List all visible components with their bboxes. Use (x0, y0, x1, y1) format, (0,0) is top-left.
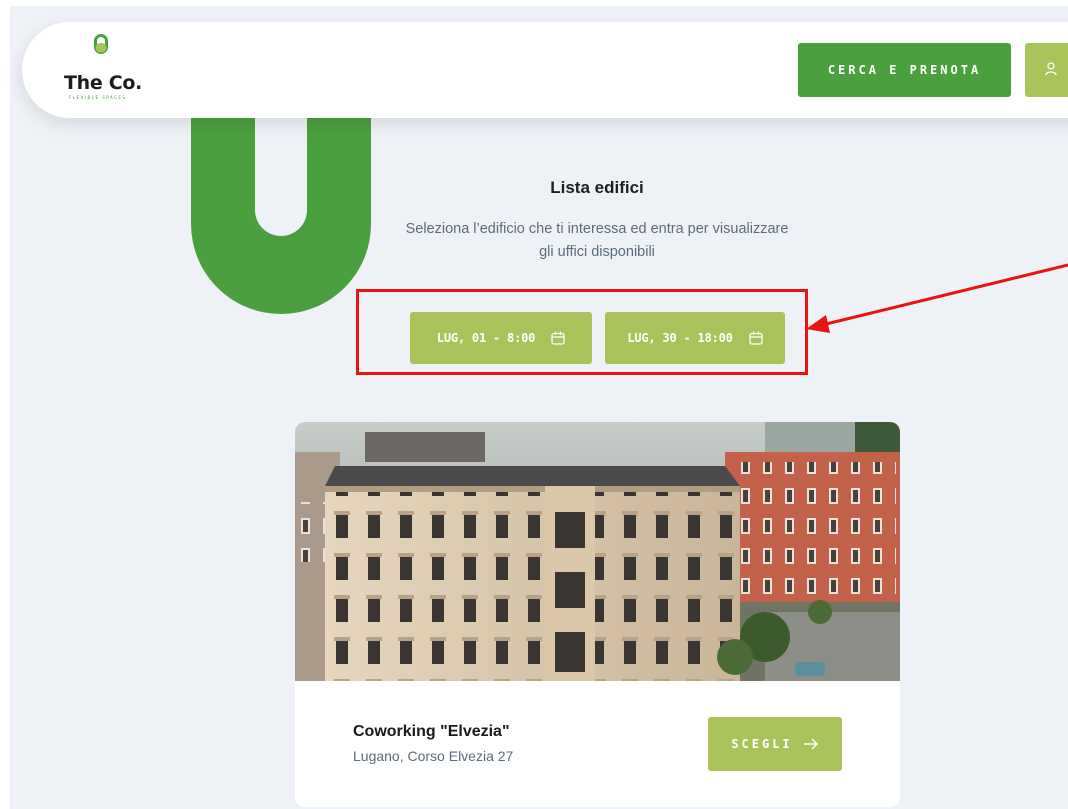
building-name: Coworking "Elvezia" (353, 723, 510, 740)
brand-tagline: FLEXIBLE SPACES (69, 95, 127, 100)
annotation-arrow (806, 263, 1068, 333)
search-and-book-button[interactable]: CERCA E PRENOTA (798, 43, 1011, 97)
page-subtitle: Seleziona l’edificio che ti interessa ed… (405, 221, 789, 260)
annotation-highlight-box (356, 289, 808, 375)
user-icon (1045, 62, 1057, 76)
building-photo (295, 422, 900, 681)
user-account-button[interactable] (1025, 43, 1068, 97)
building-address: Lugano, Corso Elvezia 27 (353, 748, 514, 764)
page-title: Lista edifici (550, 178, 644, 197)
brand-name: The Co. (64, 72, 143, 94)
choose-button-label: SCEGLI (731, 737, 793, 751)
arrow-right-icon (803, 738, 818, 750)
logo-mark-icon (94, 34, 108, 54)
building-card[interactable]: Coworking "Elvezia" Lugano, Corso Elvezi… (295, 422, 900, 807)
brand-logo[interactable]: The Co. FLEXIBLE SPACES (64, 34, 154, 104)
choose-building-button[interactable]: SCEGLI (708, 717, 842, 771)
